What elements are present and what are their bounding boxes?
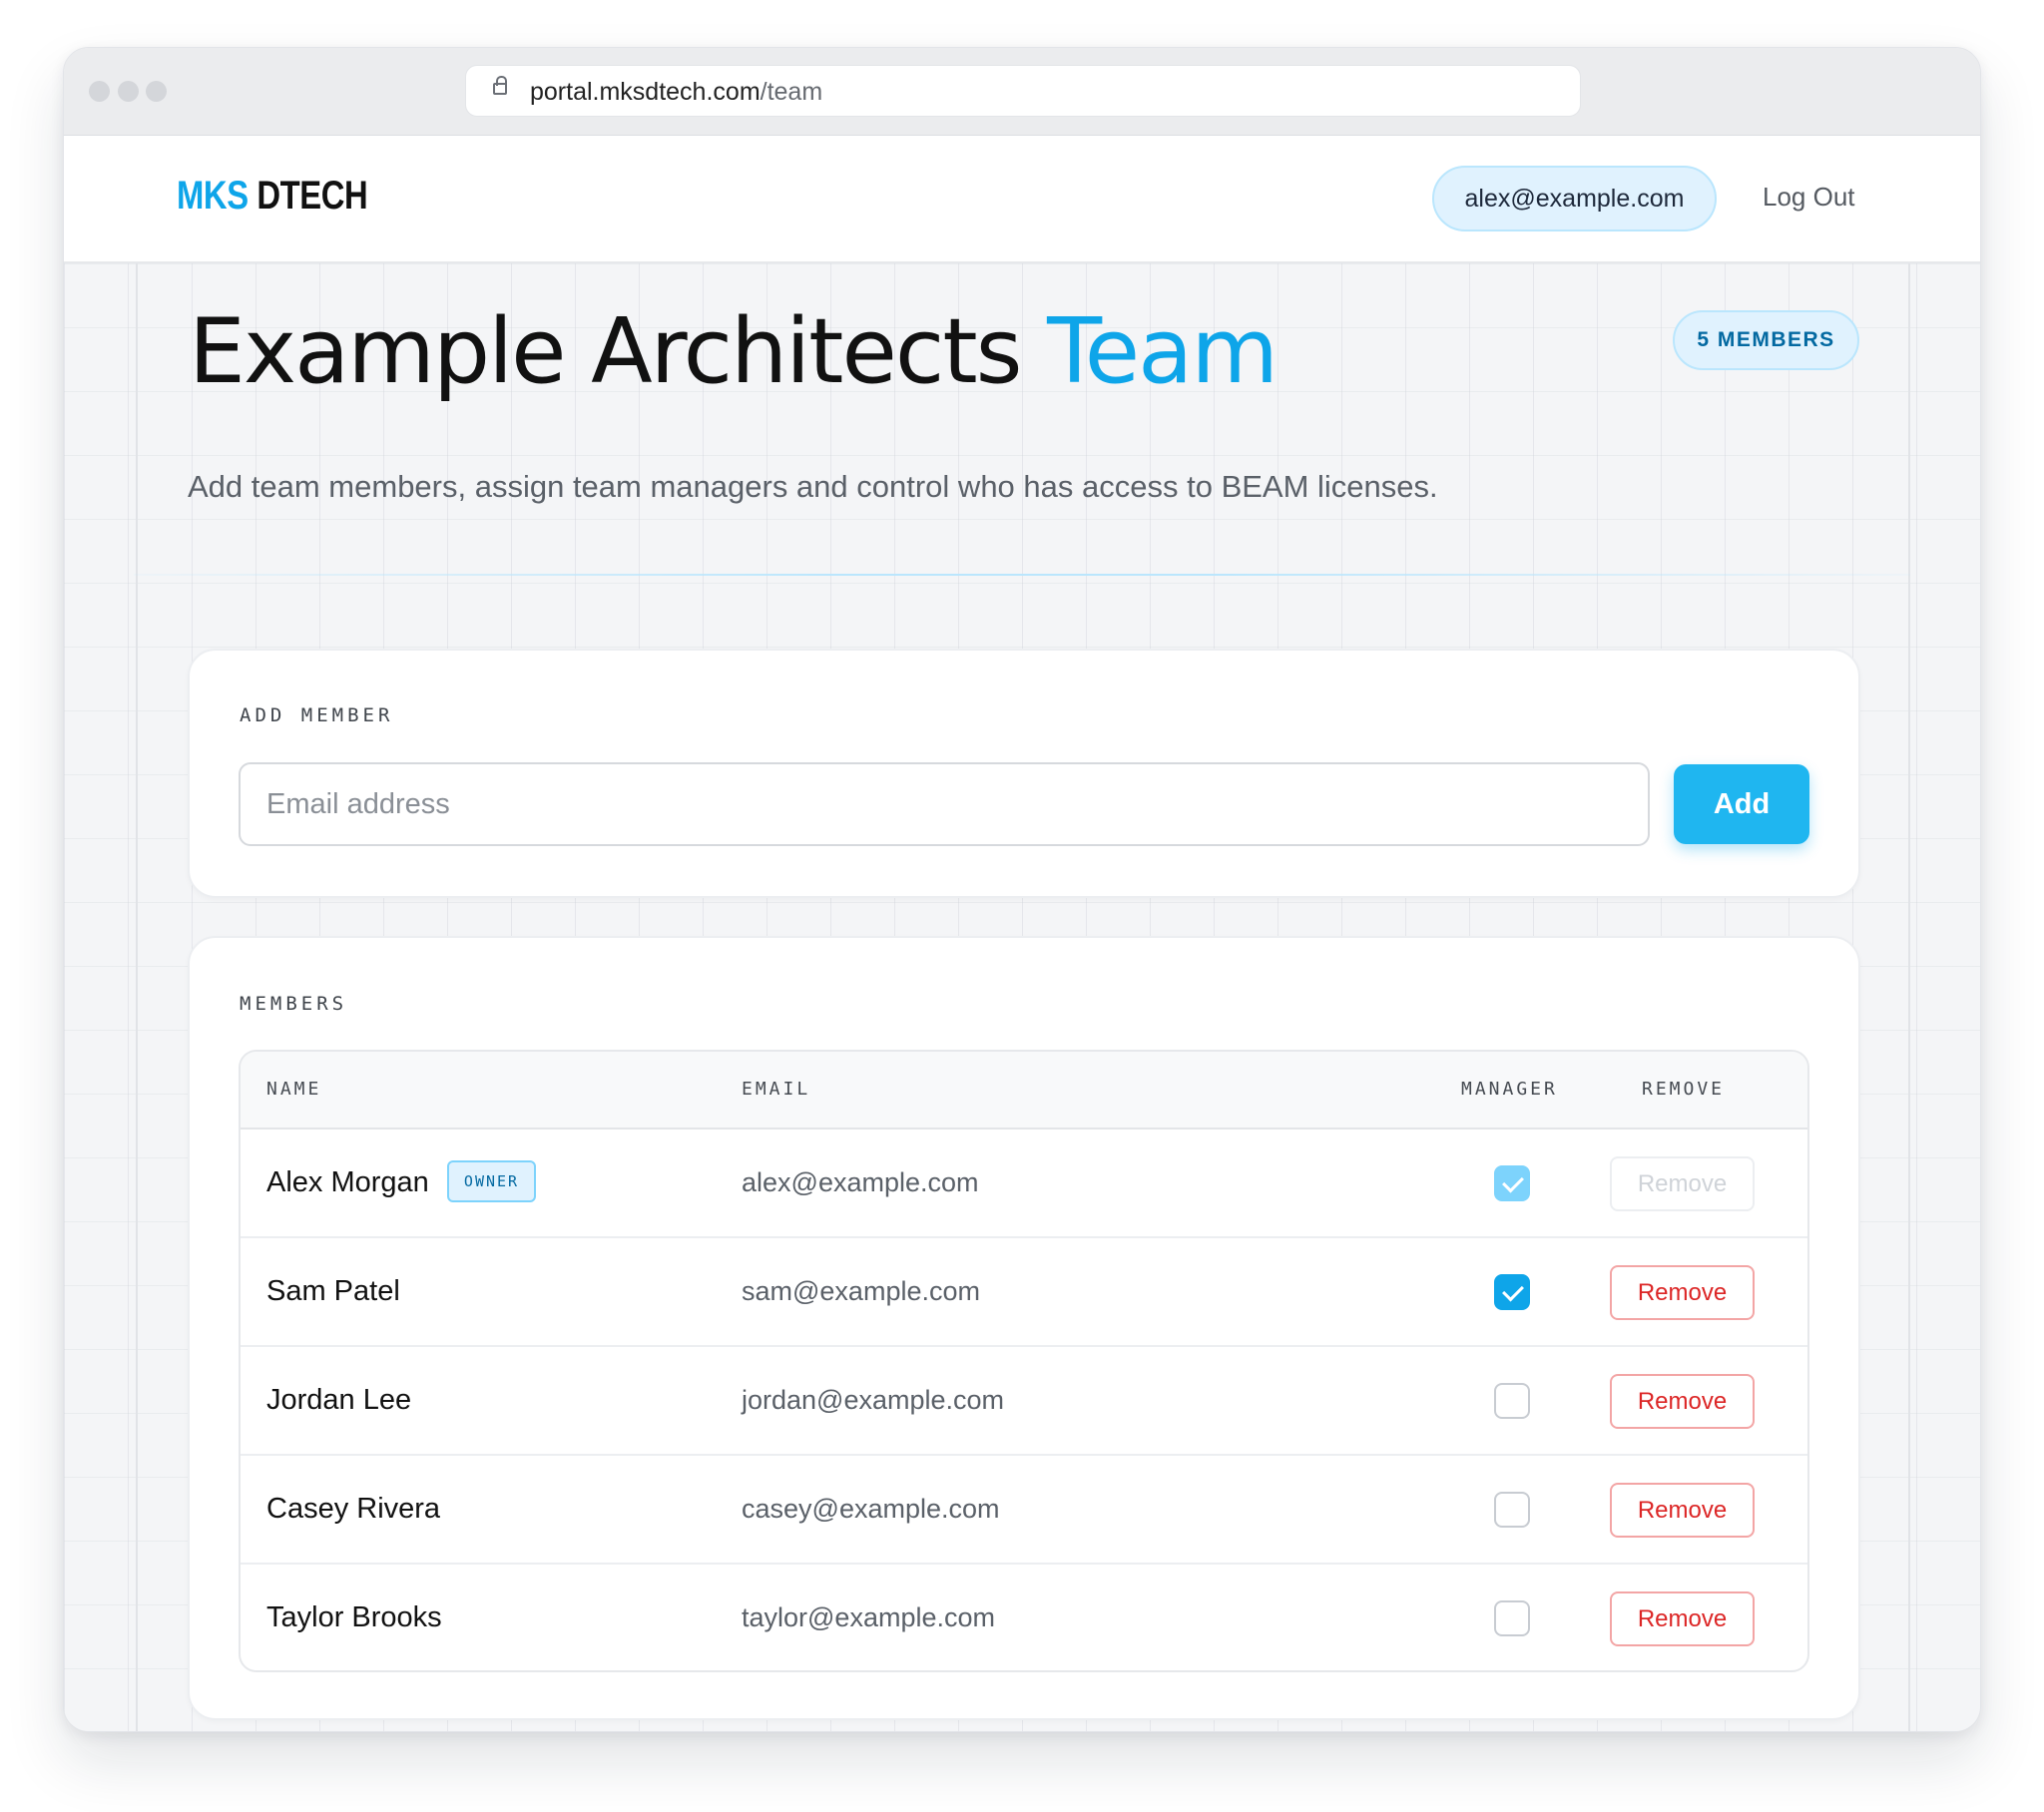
member-email: taylor@example.com (742, 1602, 995, 1632)
url-host: portal.mksdtech.com (530, 78, 761, 106)
remove-button[interactable]: Remove (1610, 1265, 1755, 1320)
member-name: Jordan Lee (266, 1384, 412, 1416)
member-name: Casey Rivera (266, 1493, 441, 1525)
column-header-email: EMAIL (742, 1079, 811, 1100)
manager-checkbox (1494, 1165, 1530, 1201)
add-member-card: ADD MEMBER Add (188, 649, 1860, 898)
logout-link[interactable]: Log Out (1763, 182, 1855, 213)
member-email: jordan@example.com (742, 1385, 1005, 1415)
lock-icon (493, 76, 507, 95)
table-row: Taylor Brooks taylor@example.com Remove (241, 1565, 1807, 1670)
manager-checkbox[interactable] (1494, 1383, 1530, 1419)
member-name: Sam Patel (266, 1275, 400, 1307)
table-row: Alex Morgan OWNER alex@example.com Remov… (241, 1130, 1807, 1238)
column-header-manager: MANAGER (1461, 1079, 1558, 1100)
members-count-badge: 5 MEMBERS (1673, 310, 1859, 370)
layout-rail-right (1908, 263, 1910, 1731)
manager-checkbox[interactable] (1494, 1274, 1530, 1310)
user-email-pill[interactable]: alex@example.com (1432, 166, 1717, 231)
browser-titlebar: portal.mksdtech.com/team (64, 48, 1980, 136)
logo-part-mks: MKS (177, 174, 249, 218)
manager-checkbox[interactable] (1494, 1600, 1530, 1636)
table-row: Sam Patel sam@example.com Remove (241, 1238, 1807, 1347)
members-table: NAME EMAIL MANAGER REMOVE Alex Morgan OW… (239, 1050, 1809, 1672)
main-content: Example Architects Team 5 MEMBERS Add te… (64, 263, 1980, 1731)
window-minimize-dot[interactable] (118, 81, 139, 102)
column-header-remove: REMOVE (1642, 1079, 1726, 1100)
remove-button[interactable]: Remove (1610, 1374, 1755, 1429)
title-main: Example Architects (189, 299, 1023, 404)
owner-badge: OWNER (447, 1160, 536, 1202)
member-name: Taylor Brooks (266, 1601, 442, 1633)
manager-checkbox[interactable] (1494, 1492, 1530, 1528)
title-accent: Team (1047, 299, 1278, 404)
browser-window: portal.mksdtech.com/team MKS DTECH alex@… (63, 47, 1981, 1732)
add-member-button[interactable]: Add (1674, 764, 1809, 844)
add-member-label: ADD MEMBER (240, 704, 394, 726)
table-header: NAME EMAIL MANAGER REMOVE (241, 1052, 1807, 1130)
top-navigation: MKS DTECH alex@example.com Log Out (64, 136, 1980, 263)
url-path: /team (760, 78, 823, 106)
member-email: sam@example.com (742, 1276, 980, 1306)
address-bar[interactable]: portal.mksdtech.com/team (465, 65, 1581, 117)
section-divider (134, 574, 1910, 576)
window-close-dot[interactable] (89, 81, 110, 102)
member-email: alex@example.com (742, 1167, 979, 1197)
page-subtitle: Add team members, assign team managers a… (188, 469, 1438, 504)
window-maximize-dot[interactable] (146, 81, 167, 102)
remove-button: Remove (1610, 1156, 1755, 1211)
logo-part-dtech: DTECH (256, 174, 368, 218)
remove-button[interactable]: Remove (1610, 1591, 1755, 1646)
member-email: casey@example.com (742, 1494, 1000, 1524)
members-card: MEMBERS NAME EMAIL MANAGER REMOVE Alex M… (188, 936, 1860, 1720)
page-title: Example Architects Team (189, 299, 1278, 404)
remove-button[interactable]: Remove (1610, 1483, 1755, 1538)
members-label: MEMBERS (240, 993, 348, 1015)
layout-rail-left (136, 263, 138, 1731)
email-address-input[interactable] (239, 762, 1650, 846)
brand-logo[interactable]: MKS DTECH (177, 174, 368, 219)
url-text: portal.mksdtech.com/team (530, 78, 822, 107)
table-row: Jordan Lee jordan@example.com Remove (241, 1347, 1807, 1456)
member-name: Alex Morgan (266, 1166, 429, 1198)
table-row: Casey Rivera casey@example.com Remove (241, 1456, 1807, 1565)
column-header-name: NAME (266, 1079, 322, 1100)
